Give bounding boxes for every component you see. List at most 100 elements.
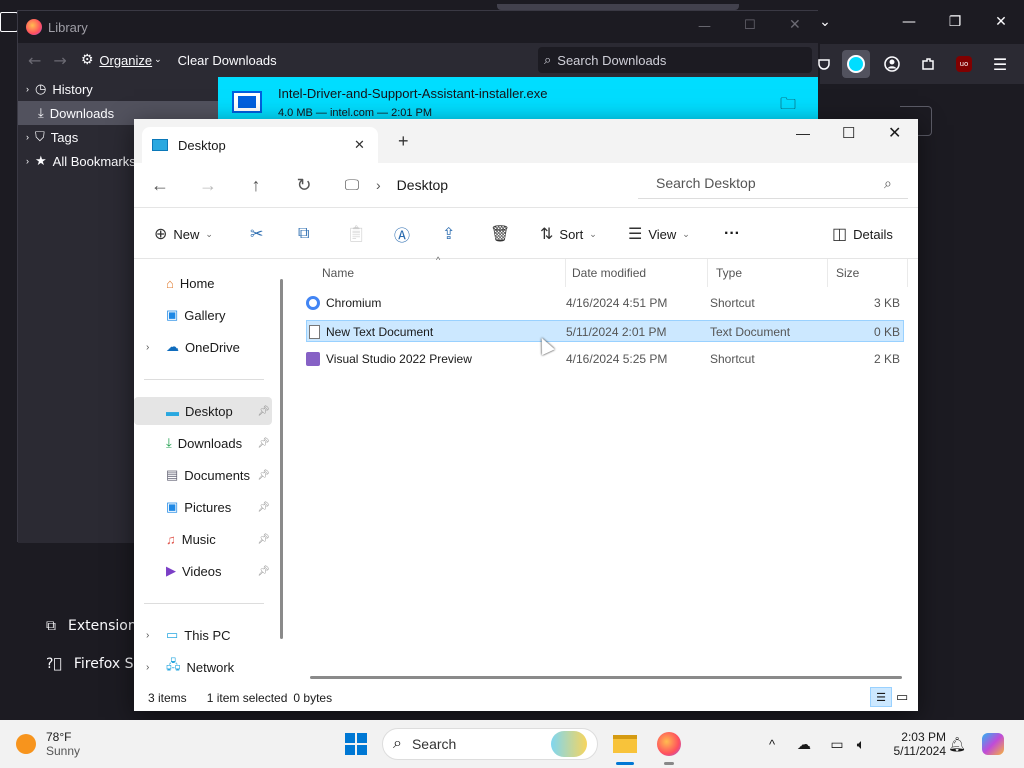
nav-onedrive[interactable]: › ☁ OneDrive (134, 333, 272, 361)
start-button[interactable] (340, 724, 372, 764)
refresh-icon[interactable]: ↻ (280, 175, 328, 196)
col-size[interactable]: Size (828, 259, 908, 287)
tab-desktop[interactable]: Desktop ✕ (142, 127, 378, 163)
network-icon[interactable]: ▭ (826, 724, 848, 764)
nav-gallery[interactable]: ▣ Gallery (134, 301, 272, 329)
nav-desktop[interactable]: ▬ Desktop 📌︎ (134, 397, 272, 425)
rename-button[interactable]: Ⓐ (394, 208, 410, 260)
scissors-icon: ✂ (250, 226, 264, 243)
volume-icon[interactable]: 🔈︎ (850, 724, 872, 764)
minimize-icon[interactable]: — (886, 0, 932, 44)
nav-pictures[interactable]: ▣ Pictures 📌︎ (134, 493, 272, 521)
menu-hamburger-icon[interactable]: ☰ (986, 50, 1014, 78)
paste-button[interactable]: 📋︎ (346, 208, 366, 260)
more-button[interactable]: ··· (724, 208, 740, 260)
account-icon[interactable] (878, 50, 906, 78)
taskbar-firefox[interactable] (652, 724, 686, 765)
nav-downloads-label: Downloads (177, 435, 243, 451)
pin-icon[interactable]: 📌︎ (257, 534, 270, 545)
new-tab-icon[interactable]: + (398, 131, 409, 152)
close-icon[interactable]: ✕ (978, 0, 1024, 44)
notification-bell-icon[interactable]: 🔔︎ (946, 724, 968, 764)
copy-button[interactable]: ⧉ (298, 208, 309, 260)
nav-this-pc[interactable]: › ▭ This PC (134, 621, 272, 649)
ublock-icon[interactable]: uo (950, 50, 978, 78)
nav-network[interactable]: › 🖧 Network (134, 653, 272, 681)
cut-button[interactable]: ✂ (250, 208, 263, 260)
menu-firefox-support[interactable]: ?⃝ Firefox Su (46, 656, 146, 672)
chevron-right-icon[interactable]: › (146, 342, 149, 353)
maximize-icon[interactable]: ☐ (842, 124, 855, 142)
pin-icon[interactable]: 📌︎ (257, 502, 270, 513)
library-close-icon[interactable]: ✕ (789, 17, 801, 33)
chevron-right-icon[interactable]: › (146, 662, 149, 673)
taskbar-search[interactable]: ⌕ Search (382, 728, 598, 760)
nav-music[interactable]: ♫ Music 📌︎ (134, 525, 272, 553)
tree-history-label: History (52, 81, 93, 97)
menu-extensions[interactable]: ⧉ Extensions (46, 618, 146, 634)
file-row-selected[interactable]: New Text Document 5/11/2024 2:01 PM Text… (306, 320, 904, 342)
details-view-icon[interactable]: ☰ (870, 687, 892, 707)
col-type[interactable]: Type (708, 259, 828, 287)
weather-widget[interactable]: 78°F Sunny (16, 724, 96, 764)
sun-icon (16, 734, 36, 754)
downloads-toolbar-icon[interactable] (842, 50, 870, 78)
monitor-icon: ▭ (166, 627, 179, 642)
close-icon[interactable]: ✕ (888, 123, 901, 143)
col-date[interactable]: Date modified (564, 259, 708, 287)
view-button[interactable]: ☰ View ⌄ (628, 208, 690, 260)
pin-icon[interactable]: 📌︎ (257, 470, 270, 481)
restore-icon[interactable]: ❐ (932, 0, 978, 44)
pin-icon[interactable]: 📌︎ (257, 406, 270, 417)
library-search[interactable]: ⌕ Search Downloads (538, 47, 812, 73)
back-icon[interactable]: ← (28, 51, 41, 70)
horizontal-scrollbar[interactable] (310, 676, 902, 679)
extensions-icon[interactable] (914, 50, 942, 78)
forward-icon[interactable]: → (53, 51, 66, 70)
tab-close-icon[interactable]: ✕ (354, 137, 365, 153)
details-button[interactable]: ◫ Details (832, 208, 893, 260)
taskbar-explorer[interactable] (608, 724, 642, 765)
search-icon: ⌕ (884, 175, 892, 191)
share-button[interactable]: ⇪ (442, 208, 455, 260)
nav-videos[interactable]: ▶ Videos 📌︎ (134, 557, 272, 585)
new-button[interactable]: ⊕ New ⌄ (154, 208, 213, 260)
sort-label: Sort (559, 226, 584, 242)
back-icon[interactable]: ← (136, 175, 184, 196)
nav-documents[interactable]: ▤ Documents 📌︎ (134, 461, 272, 489)
show-hidden-icons[interactable]: ^ (762, 724, 782, 764)
clock[interactable]: 2:03 PM 5/11/2024 (876, 724, 947, 764)
library-maximize-icon[interactable]: ☐ (744, 18, 756, 33)
file-row[interactable]: Visual Studio 2022 Preview 4/16/2024 5:2… (306, 348, 904, 370)
up-icon[interactable]: ↑ (232, 175, 280, 196)
onedrive-offline-icon[interactable]: ☁ (792, 724, 816, 764)
chevron-right-icon[interactable]: › (146, 630, 149, 641)
copilot-icon[interactable] (978, 724, 1008, 764)
status-bytes: 0 bytes (293, 691, 333, 705)
pin-icon[interactable]: 📌︎ (257, 566, 270, 577)
explorer-search[interactable]: Search Desktop ⌕ (638, 167, 908, 199)
forward-icon[interactable]: → (184, 175, 232, 196)
delete-button[interactable]: 🗑︎ (490, 208, 510, 260)
document-icon: ▤ (166, 467, 179, 482)
music-icon: ♫ (166, 531, 176, 547)
folder-icon[interactable]: 🗀 (780, 93, 796, 120)
pin-icon[interactable]: 📌︎ (257, 438, 270, 449)
nav-home[interactable]: ⌂ Home (134, 269, 272, 297)
tree-history[interactable]: › ◷ History (18, 77, 218, 101)
firefox-view-icon[interactable] (0, 12, 18, 32)
nav-downloads[interactable]: ⤓ Downloads 📌︎ (134, 429, 272, 457)
tiles-view-icon[interactable]: ▭ (896, 689, 908, 705)
nav-scrollbar[interactable] (280, 279, 283, 639)
breadcrumb[interactable]: Desktop (397, 177, 448, 193)
file-name: Visual Studio 2022 Preview (326, 352, 472, 366)
nav-home-label: Home (179, 275, 215, 291)
organize-button[interactable]: Organize (99, 53, 152, 68)
file-row[interactable]: Chromium 4/16/2024 4:51 PM Shortcut 3 KB (306, 292, 904, 314)
sort-button[interactable]: ⇅ Sort ⌄ (540, 208, 597, 260)
download-name: Intel-Driver-and-Support-Assistant-insta… (278, 85, 548, 101)
this-pc-icon[interactable]: 🖵 (328, 177, 376, 194)
minimize-icon[interactable]: — (796, 125, 810, 141)
clear-downloads-button[interactable]: Clear Downloads (178, 53, 277, 68)
library-minimize-icon[interactable]: — (698, 19, 711, 34)
